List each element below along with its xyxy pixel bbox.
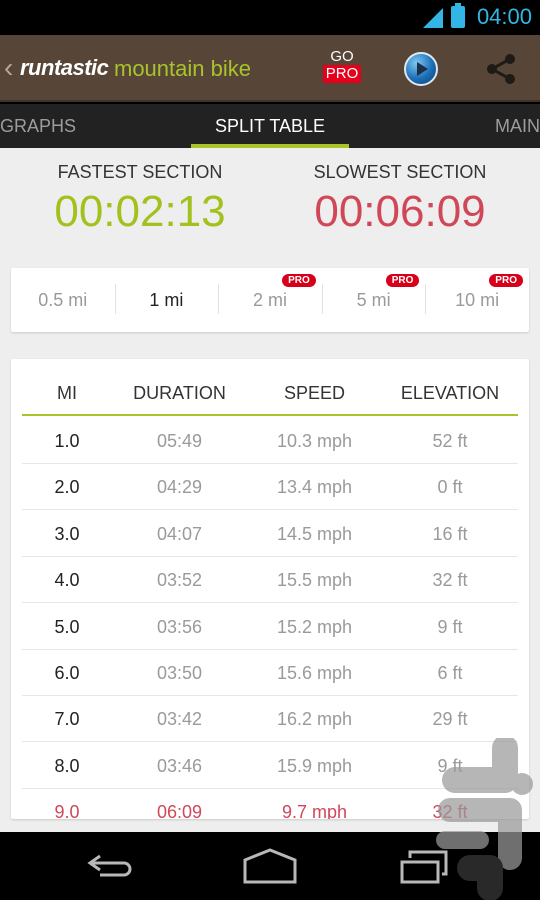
split-option-10-mi[interactable]: 10 mi PRO: [425, 268, 529, 332]
table-row: 4.0 03:52 15.5 mph 32 ft: [22, 557, 518, 604]
battery-icon: [451, 3, 465, 28]
split-option-2-mi[interactable]: 2 mi PRO: [218, 268, 322, 332]
split-table-content: FASTEST SECTION 00:02:13 SLOWEST SECTION…: [0, 148, 540, 832]
tab-split-table[interactable]: SPLIT TABLE: [191, 116, 349, 137]
slowest-label: SLOWEST SECTION: [313, 162, 487, 182]
pro-badge: PRO: [385, 274, 420, 287]
cell-elevation: 32 ft: [432, 802, 468, 819]
cell-duration: 05:49: [156, 431, 203, 451]
cell-duration: 03:46: [156, 755, 203, 776]
action-bar: ‹ runtastic mountain bike GO PRO: [0, 35, 540, 102]
cell-speed: 15.5 mph: [276, 570, 353, 591]
cell-elevation: 52 ft: [432, 431, 468, 451]
slowest-section: SLOWEST SECTION 00:06:09: [265, 162, 535, 237]
app-brand[interactable]: runtastic: [20, 55, 109, 81]
section-summary: FASTEST SECTION 00:02:13 SLOWEST SECTION…: [0, 162, 540, 252]
go-pro-button[interactable]: GO PRO: [320, 49, 364, 83]
table-row: 9.0 06:09 9.7 mph 32 ft: [22, 789, 518, 819]
pro-badge: PRO: [282, 274, 316, 287]
table-row: 5.0 03:56 15.2 mph 9 ft: [22, 604, 518, 650]
fastest-section: FASTEST SECTION 00:02:13: [5, 162, 275, 237]
cell-mi: 4.0: [54, 570, 80, 591]
signal-icon: [423, 8, 443, 28]
cell-elevation: 29 ft: [432, 709, 468, 730]
cell-mi: 6.0: [54, 663, 80, 683]
split-option-label: 5 mi: [356, 290, 391, 310]
back-icon[interactable]: [86, 848, 140, 884]
table-header: MI DURATION SPEED ELEVATION: [22, 359, 518, 416]
cell-mi: 7.0: [54, 709, 80, 730]
cell-mi: 3.0: [54, 523, 80, 544]
cell-speed: 15.6 mph: [276, 663, 353, 683]
cell-speed: 10.3 mph: [276, 431, 353, 451]
split-option-1-mi[interactable]: 1 mi: [114, 268, 219, 332]
home-icon[interactable]: [243, 848, 297, 884]
cell-mi: 9.0: [54, 802, 80, 819]
cell-duration: 03:50: [156, 663, 203, 683]
cell-mi: 1.0: [54, 431, 80, 451]
system-nav-bar: [0, 832, 540, 900]
cell-duration: 04:29: [156, 477, 203, 498]
tab-bar: GRAPHS SPLIT TABLE MAIN: [0, 104, 540, 148]
cell-elevation: 9 ft: [437, 616, 463, 637]
split-option-label: 1 mi: [149, 290, 184, 310]
share-icon[interactable]: [484, 52, 518, 86]
fastest-value: 00:02:13: [54, 187, 226, 236]
cell-duration: 03:56: [156, 616, 203, 637]
split-option-5-mi[interactable]: 5 mi PRO: [321, 268, 426, 332]
cell-duration: 06:09: [156, 802, 203, 819]
split-option-label: 10 mi: [455, 290, 500, 310]
cell-mi: 8.0: [54, 755, 80, 776]
cell-speed: 15.9 mph: [276, 755, 353, 776]
table-row: 8.0 03:46 15.9 mph 9 ft: [22, 743, 518, 789]
tab-main[interactable]: MAIN: [495, 116, 540, 137]
tab-graphs[interactable]: GRAPHS: [0, 116, 76, 137]
cell-mi: 2.0: [54, 477, 80, 498]
split-distance-selector: 0.5 mi 1 mi 2 mi PRO 5 mi PRO 10 mi PRO: [11, 268, 529, 332]
table-row: 2.0 04:29 13.4 mph 0 ft: [22, 464, 518, 511]
table-row: 7.0 03:42 16.2 mph 29 ft: [22, 696, 518, 743]
cell-mi: 5.0: [54, 616, 80, 637]
fastest-label: FASTEST SECTION: [57, 162, 223, 182]
cell-elevation: 32 ft: [432, 570, 468, 591]
split-table[interactable]: MI DURATION SPEED ELEVATION 1.0 05:49 10.3…: [11, 359, 529, 819]
cell-duration: 03:42: [156, 709, 203, 730]
up-navigation-icon[interactable]: ‹: [4, 53, 13, 83]
globe-play-icon[interactable]: [404, 52, 438, 86]
cell-elevation: 16 ft: [432, 523, 468, 544]
table-row: 1.0 05:49 10.3 mph 52 ft: [22, 418, 518, 464]
pro-badge: PRO: [489, 274, 523, 287]
cell-duration: 04:07: [156, 523, 203, 544]
go-label: GO: [330, 48, 354, 65]
status-clock: 04:00: [476, 4, 532, 29]
table-row: 3.0 04:07 14.5 mph 16 ft: [22, 511, 518, 557]
cell-elevation: 0 ft: [437, 477, 463, 498]
cell-speed: 14.5 mph: [276, 523, 353, 544]
cell-elevation: 9 ft: [437, 755, 463, 776]
cell-speed: 15.2 mph: [276, 616, 353, 637]
cell-speed: 9.7 mph: [281, 802, 348, 819]
app-subtitle[interactable]: mountain bike: [114, 56, 251, 82]
recent-apps-icon[interactable]: [400, 848, 454, 884]
status-bar: 04:00: [0, 0, 540, 35]
cell-speed: 16.2 mph: [276, 709, 353, 730]
split-option-0-5-mi[interactable]: 0.5 mi: [11, 268, 115, 332]
pro-label: PRO: [322, 65, 362, 83]
slowest-value: 00:06:09: [314, 187, 486, 236]
split-option-label: 2 mi: [252, 290, 287, 310]
cell-elevation: 6 ft: [437, 663, 463, 683]
cell-duration: 03:52: [156, 570, 203, 591]
split-option-label: 0.5 mi: [38, 290, 88, 310]
cell-speed: 13.4 mph: [276, 477, 353, 498]
table-row: 6.0 03:50 15.6 mph 6 ft: [22, 650, 518, 696]
